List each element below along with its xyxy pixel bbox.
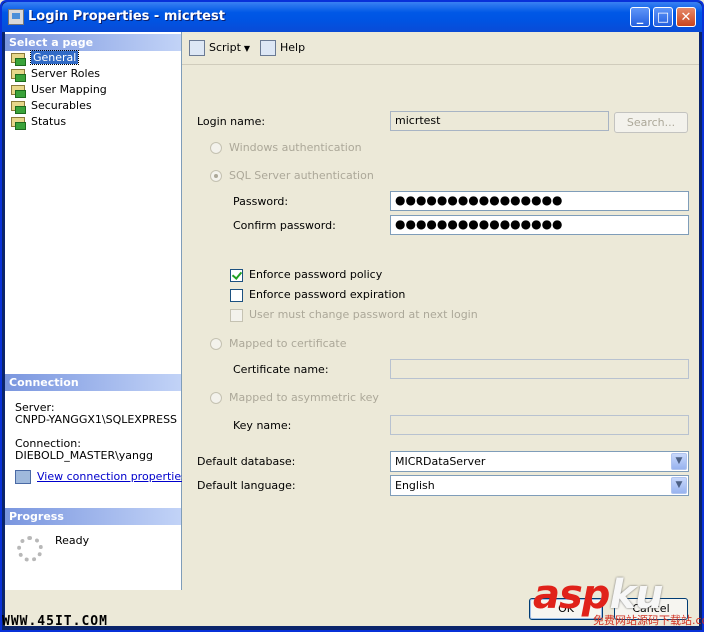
general-page-form: Login name: micrtest Search... Windows a… bbox=[182, 65, 699, 590]
close-button[interactable]: ✕ bbox=[676, 7, 696, 27]
window-app-icon bbox=[8, 9, 24, 25]
script-button[interactable]: Script ▼ bbox=[189, 40, 250, 57]
enforce-expiration-checkbox[interactable] bbox=[230, 289, 243, 302]
password-label: Password: bbox=[233, 195, 289, 208]
progress-spinner-icon bbox=[17, 536, 43, 562]
maximize-button[interactable]: □ bbox=[653, 7, 673, 27]
view-connection-properties-link[interactable]: View connection properties bbox=[37, 470, 187, 483]
brand-watermark: aspku bbox=[533, 575, 664, 615]
page-icon bbox=[11, 52, 26, 66]
connection-header: Connection bbox=[5, 374, 181, 391]
confirm-password-field[interactable]: ●●●●●●●●●●●●●●●● bbox=[390, 215, 689, 235]
key-name-field[interactable] bbox=[390, 415, 689, 435]
windows-auth-label: Windows authentication bbox=[229, 141, 362, 154]
page-icon bbox=[11, 68, 26, 82]
toolbar: Script ▼ Help bbox=[182, 32, 699, 65]
enforce-expiration-label: Enforce password expiration bbox=[249, 288, 406, 301]
login-name-field[interactable]: micrtest bbox=[390, 111, 609, 131]
sql-auth-label: SQL Server authentication bbox=[229, 169, 374, 182]
brand-watermark-domain: .com bbox=[692, 614, 704, 627]
title-bar[interactable]: Login Properties - micrtest _ □ ✕ bbox=[2, 2, 702, 32]
mapped-cert-label: Mapped to certificate bbox=[229, 337, 347, 350]
minimize-button[interactable]: _ bbox=[630, 7, 650, 27]
site-watermark: WWW.45IT.COM bbox=[2, 614, 108, 629]
script-icon bbox=[189, 40, 205, 56]
dropdown-arrow-icon[interactable]: ▼ bbox=[244, 44, 250, 53]
cert-name-label: Certificate name: bbox=[233, 363, 329, 376]
page-list: General Server Roles User Mapping Secura… bbox=[9, 50, 107, 130]
script-label: Script bbox=[209, 41, 241, 54]
default-db-label: Default database: bbox=[197, 455, 296, 468]
properties-icon bbox=[15, 470, 31, 484]
page-icon bbox=[11, 84, 26, 98]
progress-status: Ready bbox=[55, 534, 90, 547]
dropdown-arrow-icon[interactable]: ▼ bbox=[671, 453, 687, 470]
left-pane: Select a page General Server Roles User … bbox=[5, 32, 187, 590]
search-button[interactable]: Search... bbox=[614, 112, 688, 133]
select-page-header: Select a page bbox=[5, 34, 181, 51]
default-lang-value: English bbox=[395, 479, 435, 492]
brand-watermark-sub: 免费网站源码下载站.com bbox=[593, 612, 704, 628]
page-item-user-mapping[interactable]: User Mapping bbox=[9, 82, 107, 98]
brand-watermark-sub-text: 免费网站源码下载站 bbox=[593, 614, 692, 627]
page-item-server-roles[interactable]: Server Roles bbox=[9, 66, 107, 82]
windows-auth-radio[interactable] bbox=[210, 142, 222, 154]
default-db-value: MICRDataServer bbox=[395, 455, 486, 468]
enforce-policy-checkbox[interactable] bbox=[230, 269, 243, 282]
default-db-select[interactable]: MICRDataServer ▼ bbox=[390, 451, 689, 472]
page-item-securables[interactable]: Securables bbox=[9, 98, 107, 114]
sql-auth-radio[interactable] bbox=[210, 170, 222, 182]
page-label: Status bbox=[31, 115, 67, 128]
must-change-label: User must change password at next login bbox=[249, 308, 478, 321]
page-label: Securables bbox=[31, 99, 92, 112]
help-icon bbox=[260, 40, 276, 56]
login-name-label: Login name: bbox=[197, 115, 266, 128]
view-connection-properties[interactable]: View connection properties bbox=[15, 470, 187, 484]
enforce-policy-label: Enforce password policy bbox=[249, 268, 383, 281]
confirm-password-label: Confirm password: bbox=[233, 219, 336, 232]
cert-name-field[interactable] bbox=[390, 359, 689, 379]
password-field[interactable]: ●●●●●●●●●●●●●●●● bbox=[390, 191, 689, 211]
page-label: General bbox=[29, 50, 80, 65]
server-value: CNPD-YANGGX1\SQLEXPRESS bbox=[15, 413, 178, 426]
connection-value: DIEBOLD_MASTER\yangg bbox=[15, 449, 153, 462]
page-icon bbox=[11, 116, 26, 130]
must-change-checkbox[interactable] bbox=[230, 309, 243, 322]
page-label: Server Roles bbox=[31, 67, 101, 80]
key-name-label: Key name: bbox=[233, 419, 292, 432]
page-item-status[interactable]: Status bbox=[9, 114, 107, 130]
page-label: User Mapping bbox=[31, 83, 107, 96]
page-icon bbox=[11, 100, 26, 114]
default-lang-select[interactable]: English ▼ bbox=[390, 475, 689, 496]
login-properties-window: Login Properties - micrtest _ □ ✕ Select… bbox=[0, 0, 704, 632]
default-lang-label: Default language: bbox=[197, 479, 296, 492]
mapped-asym-radio[interactable] bbox=[210, 392, 222, 404]
page-item-general[interactable]: General bbox=[9, 50, 107, 66]
help-button[interactable]: Help bbox=[260, 40, 305, 56]
window-title: Login Properties - micrtest bbox=[28, 9, 225, 24]
help-label: Help bbox=[280, 41, 306, 54]
dropdown-arrow-icon[interactable]: ▼ bbox=[671, 477, 687, 494]
mapped-cert-radio[interactable] bbox=[210, 338, 222, 350]
dialog-client-area: Select a page General Server Roles User … bbox=[5, 32, 699, 626]
progress-header: Progress bbox=[5, 508, 181, 525]
mapped-asym-label: Mapped to asymmetric key bbox=[229, 391, 379, 404]
